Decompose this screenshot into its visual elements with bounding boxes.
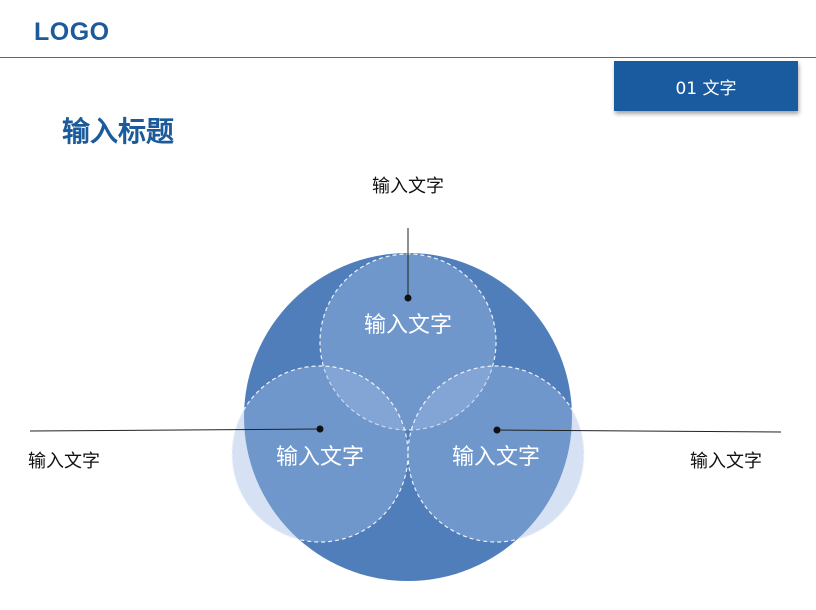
callout-label-top: 输入文字 (372, 176, 444, 197)
venn-label-left: 输入文字 (276, 445, 364, 470)
callout-dot-top (404, 294, 412, 302)
venn-label-right: 输入文字 (452, 445, 540, 470)
callout-label-right: 输入文字 (690, 451, 762, 472)
venn-label-top: 输入文字 (364, 313, 452, 338)
callout-dot-left (316, 425, 324, 433)
callout-label-left: 输入文字 (28, 451, 100, 472)
callout-dot-right (493, 426, 501, 434)
venn-diagram: 输入文字 输入文字 输入文字 (29, 228, 782, 581)
